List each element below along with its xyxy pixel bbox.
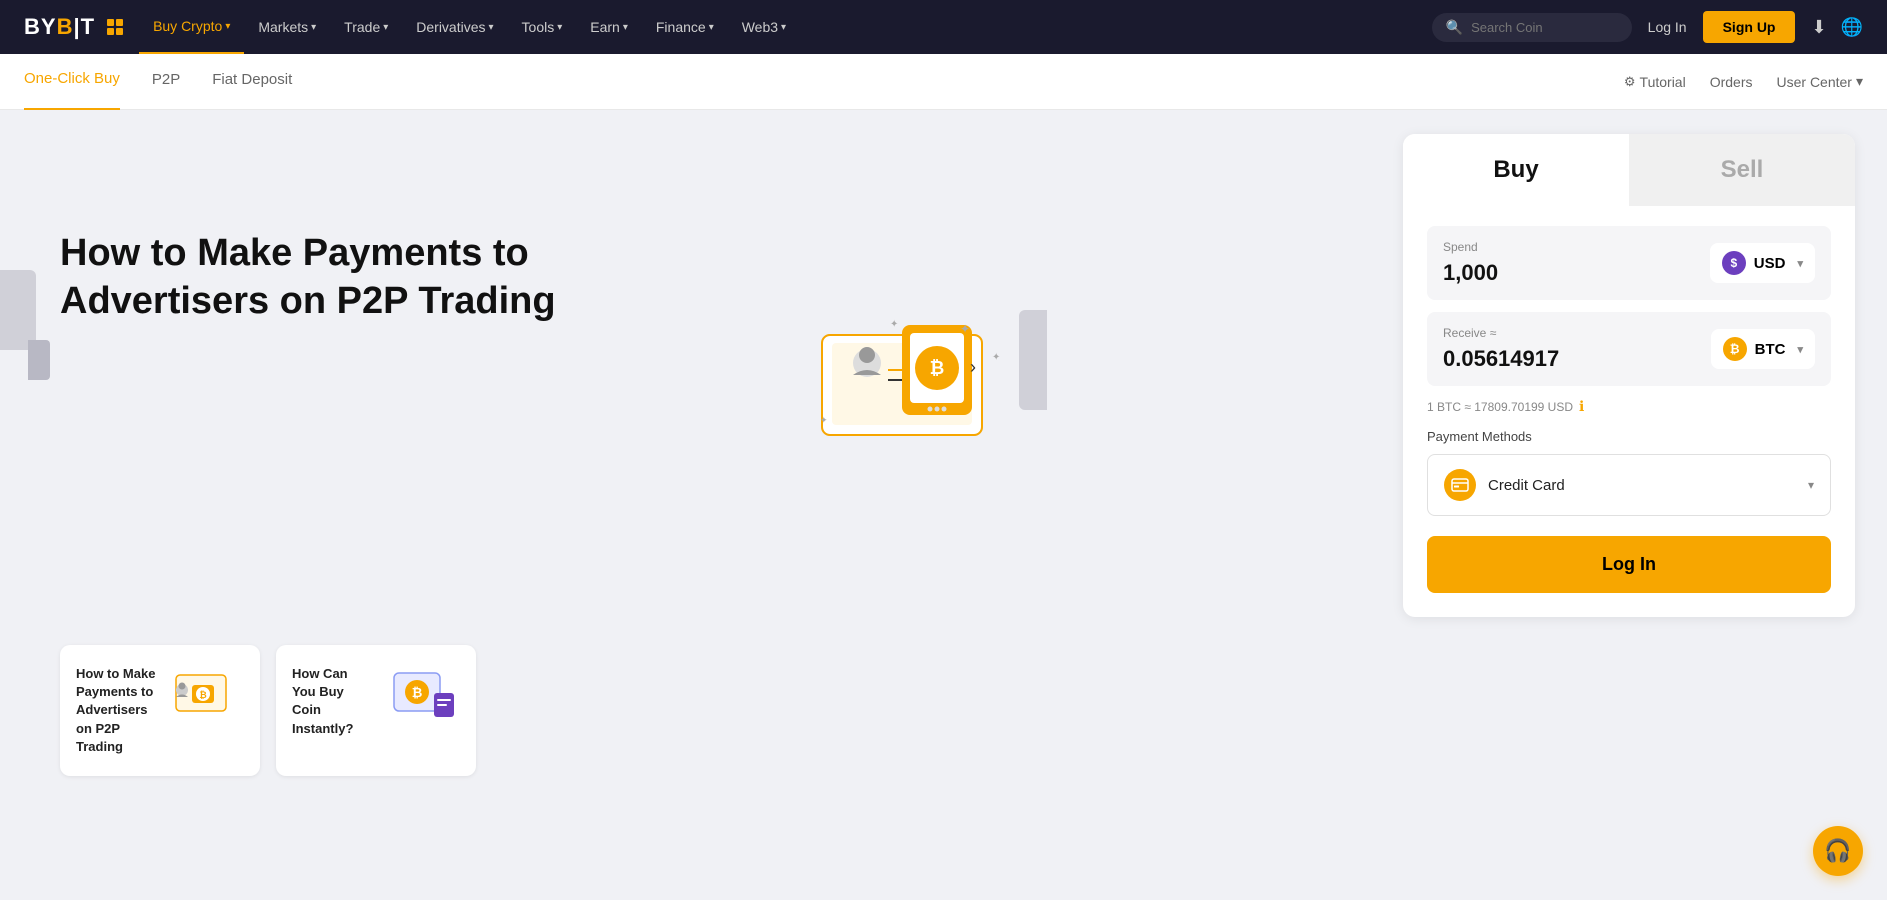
svg-text:₿: ₿ bbox=[199, 690, 206, 700]
svg-text:₿: ₿ bbox=[930, 358, 945, 378]
payment-method-selector[interactable]: Credit Card ▾ bbox=[1427, 454, 1831, 516]
search-icon: 🔍 bbox=[1446, 19, 1463, 36]
exchange-rate: 1 BTC ≈ 17809.70199 USD ℹ bbox=[1427, 398, 1831, 415]
buy-sell-body: Spend 1,000 $ USD ▾ Receive ≈ 0.05614917 bbox=[1403, 206, 1855, 617]
credit-card-icon bbox=[1444, 469, 1476, 501]
spend-value[interactable]: 1,000 bbox=[1443, 260, 1498, 286]
card-title-buy-coin: How Can You Buy Coin Instantly? bbox=[292, 665, 374, 738]
currency-from-selector[interactable]: $ USD ▾ bbox=[1710, 243, 1815, 283]
nav-right: Log In Sign Up ⬇ 🌐 bbox=[1648, 11, 1863, 43]
chevron-down-icon: ▾ bbox=[1856, 73, 1863, 90]
chevron-down-icon: ▾ bbox=[781, 22, 786, 33]
currency-to-selector[interactable]: ₿ BTC ▾ bbox=[1711, 329, 1815, 369]
hero-title: How to Make Payments to Advertisers on P… bbox=[60, 230, 580, 325]
user-center-link[interactable]: User Center ▾ bbox=[1777, 73, 1864, 90]
receive-field-group: Receive ≈ 0.05614917 ₿ BTC ▾ bbox=[1427, 312, 1831, 386]
main-content: ₿ › ✦ ✦ ✦ ✦ How to bbox=[0, 110, 1887, 900]
nav-item-trade[interactable]: Trade ▾ bbox=[330, 0, 402, 54]
receive-field-left: Receive ≈ 0.05614917 bbox=[1443, 326, 1559, 372]
search-bar: 🔍 bbox=[1432, 13, 1632, 42]
deco-block-left-2 bbox=[28, 340, 50, 380]
nav-item-tools[interactable]: Tools ▾ bbox=[508, 0, 577, 54]
chevron-down-icon: ▾ bbox=[225, 21, 230, 32]
buy-sell-tabs: Buy Sell bbox=[1403, 134, 1855, 206]
headphone-icon: 🎧 bbox=[1824, 838, 1851, 864]
tutorial-link[interactable]: ⚙ Tutorial bbox=[1624, 74, 1686, 90]
support-button[interactable]: 🎧 bbox=[1813, 826, 1863, 876]
left-section: ₿ › ✦ ✦ ✦ ✦ How to bbox=[0, 110, 1387, 900]
card-image-buy-coin: ₿ bbox=[388, 665, 460, 725]
spend-field-left: Spend 1,000 bbox=[1443, 240, 1498, 286]
svg-text:✦: ✦ bbox=[820, 415, 828, 425]
buy-tab[interactable]: Buy bbox=[1403, 134, 1629, 206]
chevron-down-icon: ▾ bbox=[1808, 478, 1814, 492]
navbar: BYB|T Buy Crypto ▾ Markets ▾ Trade ▾ Der… bbox=[0, 0, 1887, 54]
tab-fiat-deposit[interactable]: Fiat Deposit bbox=[212, 54, 292, 110]
download-icon[interactable]: ⬇ bbox=[1811, 17, 1826, 38]
search-input[interactable] bbox=[1471, 20, 1611, 35]
card-title-p2p: How to Make Payments to Advertisers on P… bbox=[76, 665, 158, 756]
signup-button[interactable]: Sign Up bbox=[1703, 11, 1796, 43]
sub-nav-right: ⚙ Tutorial Orders User Center ▾ bbox=[1624, 73, 1863, 90]
card-buy-coin[interactable]: How Can You Buy Coin Instantly? ₿ bbox=[276, 645, 476, 776]
usd-icon: $ bbox=[1722, 251, 1746, 275]
btc-icon: ₿ bbox=[1723, 337, 1747, 361]
gear-icon: ⚙ bbox=[1624, 74, 1636, 90]
svg-text:✦: ✦ bbox=[890, 319, 898, 330]
rate-info-icon[interactable]: ℹ bbox=[1579, 398, 1584, 415]
nav-item-finance[interactable]: Finance ▾ bbox=[642, 0, 728, 54]
nav-item-buy-crypto[interactable]: Buy Crypto ▾ bbox=[139, 0, 244, 54]
bottom-cards: How to Make Payments to Advertisers on P… bbox=[60, 645, 1327, 776]
chevron-down-icon: ▾ bbox=[383, 22, 388, 33]
login-button[interactable]: Log In bbox=[1427, 536, 1831, 593]
chevron-down-icon: ▾ bbox=[489, 22, 494, 33]
payment-methods-label: Payment Methods bbox=[1427, 429, 1831, 444]
payment-method-value: Credit Card bbox=[1488, 477, 1796, 494]
orders-link[interactable]: Orders bbox=[1710, 74, 1753, 90]
chevron-down-icon: ▾ bbox=[557, 22, 562, 33]
nav-item-earn[interactable]: Earn ▾ bbox=[576, 0, 642, 54]
logo[interactable]: BYB|T bbox=[24, 14, 123, 40]
spend-label: Spend bbox=[1443, 240, 1498, 254]
chevron-down-icon: ▾ bbox=[311, 22, 316, 33]
currency-from-label: USD bbox=[1754, 255, 1786, 272]
tab-one-click-buy[interactable]: One-Click Buy bbox=[24, 54, 120, 110]
nav-icon-group: ⬇ 🌐 bbox=[1811, 17, 1863, 38]
login-link[interactable]: Log In bbox=[1648, 19, 1687, 35]
svg-text:✦: ✦ bbox=[992, 352, 1000, 363]
svg-text:₿: ₿ bbox=[412, 685, 423, 700]
buy-sell-widget: Buy Sell Spend 1,000 $ USD ▾ bbox=[1403, 134, 1855, 617]
svg-text:›: › bbox=[970, 357, 976, 377]
chevron-down-icon: ▾ bbox=[623, 22, 628, 33]
receive-label: Receive ≈ bbox=[1443, 326, 1559, 340]
receive-value: 0.05614917 bbox=[1443, 346, 1559, 372]
chevron-down-icon: ▾ bbox=[1797, 343, 1803, 356]
logo-grid-icon bbox=[107, 19, 123, 35]
chevron-down-icon: ▾ bbox=[1797, 257, 1803, 270]
nav-item-derivatives[interactable]: Derivatives ▾ bbox=[402, 0, 507, 54]
card-image-p2p: ₿ bbox=[172, 665, 244, 725]
nav-item-web3[interactable]: Web3 ▾ bbox=[728, 0, 800, 54]
language-icon[interactable]: 🌐 bbox=[1841, 17, 1863, 38]
spend-field-group: Spend 1,000 $ USD ▾ bbox=[1427, 226, 1831, 300]
sub-navbar: One-Click Buy P2P Fiat Deposit ⚙ Tutoria… bbox=[0, 54, 1887, 110]
right-panel: Buy Sell Spend 1,000 $ USD ▾ bbox=[1387, 110, 1887, 900]
logo-text: BYB|T bbox=[24, 14, 95, 40]
chevron-down-icon: ▾ bbox=[709, 22, 714, 33]
sell-tab[interactable]: Sell bbox=[1629, 134, 1855, 206]
svg-text:✦: ✦ bbox=[960, 322, 970, 336]
deco-block-left bbox=[0, 270, 36, 350]
tab-p2p[interactable]: P2P bbox=[152, 54, 180, 110]
hero-illustration: ₿ › ✦ ✦ ✦ ✦ bbox=[797, 270, 1027, 450]
sub-nav-items: One-Click Buy P2P Fiat Deposit bbox=[24, 54, 1624, 110]
card-p2p[interactable]: How to Make Payments to Advertisers on P… bbox=[60, 645, 260, 776]
hero-text-block: How to Make Payments to Advertisers on P… bbox=[60, 230, 580, 325]
currency-to-label: BTC bbox=[1755, 341, 1786, 358]
nav-menu: Buy Crypto ▾ Markets ▾ Trade ▾ Derivativ… bbox=[139, 0, 1416, 54]
nav-item-markets[interactable]: Markets ▾ bbox=[244, 0, 330, 54]
